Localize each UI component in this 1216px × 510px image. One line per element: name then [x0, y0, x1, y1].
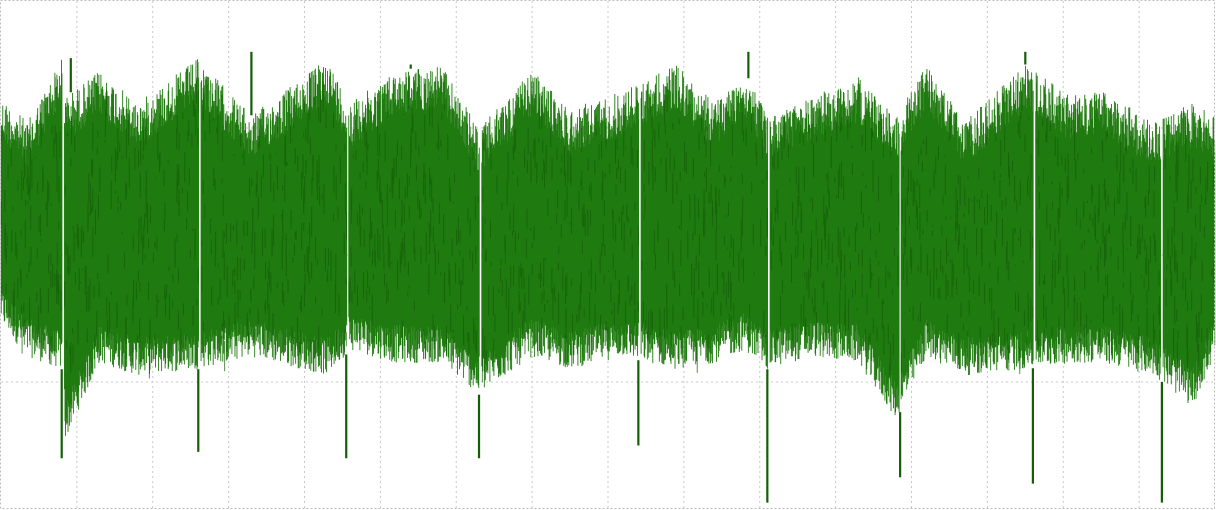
chart-container [0, 0, 1216, 510]
waveform-chart [0, 0, 1216, 510]
